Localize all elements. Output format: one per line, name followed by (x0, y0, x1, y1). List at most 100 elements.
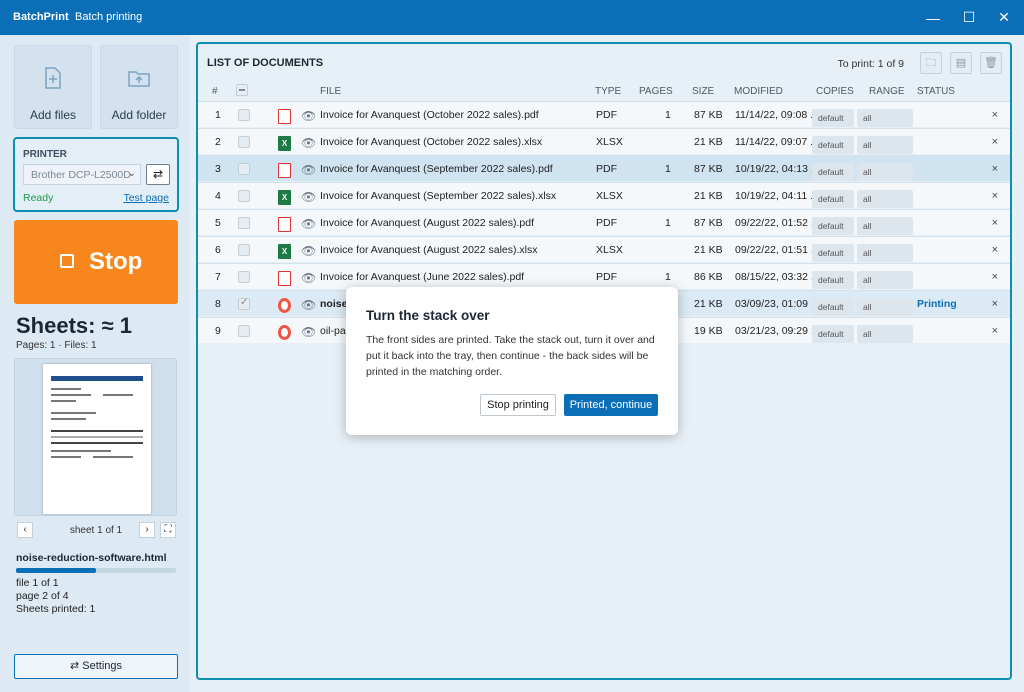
row-size: 21 KB (694, 136, 723, 148)
preview-eye-icon[interactable]: 👁 (301, 271, 316, 285)
row-size: 21 KB (694, 244, 723, 256)
remove-row-button[interactable]: × (992, 136, 998, 148)
add-folder-button[interactable]: Add folder (100, 45, 178, 129)
row-number: 2 (215, 136, 221, 148)
remove-row-button[interactable]: × (992, 244, 998, 256)
row-type: XLSX (596, 136, 623, 148)
add-files-label: Add files (29, 108, 77, 122)
range-field[interactable]: all (857, 325, 913, 343)
row-modified: 08/15/22, 03:32 ... (735, 271, 820, 283)
remove-row-button[interactable]: × (992, 109, 998, 121)
row-checkbox[interactable] (238, 163, 250, 175)
preview-eye-icon[interactable]: 👁 (301, 298, 316, 312)
row-checkbox[interactable] (238, 271, 250, 283)
row-checkbox[interactable] (238, 190, 250, 202)
printed-continue-button[interactable]: Printed, continue (564, 394, 658, 416)
row-size: 86 KB (694, 271, 723, 283)
preview-eye-icon[interactable]: 👁 (301, 163, 316, 177)
col-modified[interactable]: MODIFIED (734, 86, 783, 97)
preview-eye-icon[interactable]: 👁 (301, 109, 316, 123)
excel-file-icon: X (278, 136, 291, 151)
row-type: PDF (596, 163, 617, 175)
preview-eye-icon[interactable]: 👁 (301, 325, 316, 339)
pdf-file-icon (278, 217, 291, 232)
copies-field[interactable]: default (812, 298, 854, 316)
range-field[interactable]: all (857, 217, 913, 235)
table-row[interactable]: 2 X 👁 Invoice for Avanquest (October 2022 s… (198, 128, 1010, 154)
chevron-down-icon: ⌄ (127, 168, 136, 179)
close-button[interactable]: ✕ (984, 0, 1024, 35)
range-field[interactable]: all (857, 163, 913, 181)
remove-row-button[interactable]: × (992, 325, 998, 337)
test-page-link[interactable]: Test page (123, 192, 169, 204)
preview-eye-icon[interactable]: 👁 (301, 244, 316, 258)
remove-row-button[interactable]: × (992, 298, 998, 310)
row-checkbox[interactable] (238, 297, 250, 310)
preview-eye-icon[interactable]: 👁 (301, 217, 316, 231)
chrome-html-icon (278, 325, 291, 340)
row-size: 87 KB (694, 217, 723, 229)
remove-row-button[interactable]: × (992, 271, 998, 283)
sheets-printed: Sheets printed: 1 (16, 603, 96, 615)
range-field[interactable]: all (857, 190, 913, 208)
row-checkbox[interactable] (238, 217, 250, 229)
printer-settings-swap-button[interactable]: ⇄ (146, 164, 170, 185)
left-panel: Add files Add folder PRINTER Brother DCP… (0, 35, 190, 692)
remove-row-button[interactable]: × (992, 190, 998, 202)
range-field[interactable]: all (857, 244, 913, 262)
table-row[interactable]: 4 X 👁 Invoice for Avanquest (September 2022… (198, 182, 1010, 208)
copies-field[interactable]: default (812, 163, 854, 181)
row-checkbox[interactable] (238, 325, 250, 337)
next-sheet-button[interactable]: › (139, 522, 155, 538)
printer-panel: PRINTER Brother DCP-L2500D ⌄ ⇄ Ready Tes… (13, 137, 179, 212)
row-size: 87 KB (694, 163, 723, 175)
table-row[interactable]: 3 👁 Invoice for Avanquest (September 2022 … (198, 155, 1010, 181)
col-type[interactable]: TYPE (595, 86, 621, 97)
add-files-button[interactable]: Add files (14, 45, 92, 129)
print-progress-bar (16, 568, 176, 573)
table-row[interactable]: 7 👁 Invoice for Avanquest (June 2022 sales… (198, 263, 1010, 289)
add-folder-icon (127, 66, 151, 90)
sheets-estimate: Sheets: ≈ 1 (16, 313, 133, 338)
table-row[interactable]: 6 X 👁 Invoice for Avanquest (August 2022 sa… (198, 236, 1010, 262)
fullscreen-button[interactable]: ⛶ (160, 522, 176, 538)
preview-eye-icon[interactable]: 👁 (301, 136, 316, 150)
remove-row-button[interactable]: × (992, 163, 998, 175)
maximize-button[interactable]: ☐ (949, 0, 989, 35)
settings-button[interactable]: ⇄ Settings (14, 654, 178, 679)
stop-button[interactable]: Stop (14, 220, 178, 304)
copies-field[interactable]: default (812, 190, 854, 208)
table-row[interactable]: 5 👁 Invoice for Avanquest (August 2022 sal… (198, 209, 1010, 235)
copies-field[interactable]: default (812, 244, 854, 262)
stop-printing-button[interactable]: Stop printing (480, 394, 556, 416)
select-all-checkbox[interactable] (236, 84, 248, 96)
col-size[interactable]: SIZE (692, 86, 714, 97)
row-file-name: Invoice for Avanquest (June 2022 sales).… (320, 271, 525, 283)
minimize-button[interactable]: — (913, 0, 953, 35)
col-file[interactable]: FILE (320, 86, 341, 97)
range-field[interactable]: all (857, 298, 913, 316)
copies-field[interactable]: default (812, 325, 854, 343)
remove-row-button[interactable]: × (992, 217, 998, 229)
col-pages[interactable]: PAGES (639, 86, 673, 97)
row-checkbox[interactable] (238, 109, 250, 121)
save-list-button[interactable]: ▤ (950, 52, 972, 74)
row-file-name: noise (320, 298, 348, 310)
copies-field[interactable]: default (812, 271, 854, 289)
range-field[interactable]: all (857, 136, 913, 154)
open-folder-button[interactable]: 🗀 (920, 52, 942, 74)
copies-field[interactable]: default (812, 109, 854, 127)
range-field[interactable]: all (857, 271, 913, 289)
row-checkbox[interactable] (238, 244, 250, 256)
preview-eye-icon[interactable]: 👁 (301, 190, 316, 204)
row-file-name: Invoice for Avanquest (August 2022 sales… (320, 217, 535, 229)
row-checkbox[interactable] (238, 136, 250, 148)
copies-field[interactable]: default (812, 217, 854, 235)
table-row[interactable]: 1 👁 Invoice for Avanquest (October 2022 sa… (198, 101, 1010, 127)
copies-field[interactable]: default (812, 136, 854, 154)
row-number: 1 (215, 109, 221, 121)
row-file-name: Invoice for Avanquest (October 2022 sale… (320, 136, 543, 148)
clear-list-button[interactable]: 🗑 (980, 52, 1002, 74)
printer-select[interactable]: Brother DCP-L2500D ⌄ (23, 164, 141, 185)
range-field[interactable]: all (857, 109, 913, 127)
